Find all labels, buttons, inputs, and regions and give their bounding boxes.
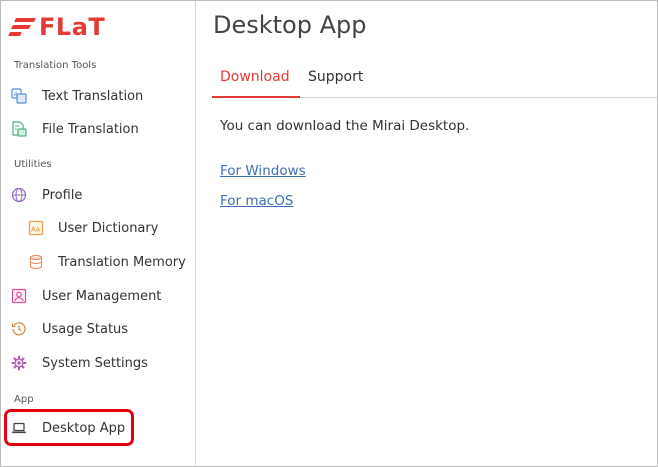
tab-bar: Download Support xyxy=(212,63,657,98)
sidebar: FLaT Translation Tools A Text Translatio… xyxy=(1,1,196,466)
database-icon xyxy=(28,254,44,270)
flat-logo-icon xyxy=(8,16,36,38)
section-label-app: App xyxy=(14,394,34,405)
download-description: You can download the Mirai Desktop. xyxy=(220,118,470,134)
tab-download[interactable]: Download xyxy=(212,63,300,98)
section-label-translation-tools: Translation Tools xyxy=(14,60,97,71)
globe-icon xyxy=(11,187,27,203)
sidebar-item-label: User Dictionary xyxy=(58,220,159,236)
download-macos-link[interactable]: For macOS xyxy=(220,193,293,209)
sidebar-item-label: System Settings xyxy=(42,355,148,371)
history-clock-icon xyxy=(11,321,27,337)
sidebar-item-text-translation[interactable]: A Text Translation xyxy=(11,83,143,109)
svg-text:Aa: Aa xyxy=(31,226,40,234)
main-content: Desktop App Download Support You can dow… xyxy=(197,1,657,466)
sidebar-item-translation-memory[interactable]: Translation Memory xyxy=(28,249,186,275)
sidebar-item-file-translation[interactable]: File Translation xyxy=(11,116,139,142)
section-label-utilities: Utilities xyxy=(14,159,52,170)
dictionary-icon: Aa xyxy=(28,220,44,236)
sidebar-item-label: Translation Memory xyxy=(58,254,186,270)
sidebar-item-label: Usage Status xyxy=(42,321,129,337)
sidebar-item-profile[interactable]: Profile xyxy=(11,182,82,208)
brand-name: FLaT xyxy=(39,13,106,41)
brand-logo[interactable]: FLaT xyxy=(8,13,106,41)
selection-highlight xyxy=(4,409,134,446)
user-card-icon xyxy=(11,288,27,304)
sidebar-item-label: User Management xyxy=(42,288,162,304)
sidebar-item-user-dictionary[interactable]: Aa User Dictionary xyxy=(28,215,158,241)
svg-text:A: A xyxy=(14,91,19,99)
sidebar-item-label: Profile xyxy=(42,187,83,203)
gear-icon xyxy=(11,355,27,371)
tab-support[interactable]: Support xyxy=(308,63,363,98)
sidebar-item-label: Text Translation xyxy=(42,88,144,104)
sidebar-item-system-settings[interactable]: System Settings xyxy=(11,350,148,376)
text-translation-icon: A xyxy=(11,88,27,104)
sidebar-item-user-management[interactable]: User Management xyxy=(11,283,161,309)
download-windows-link[interactable]: For Windows xyxy=(220,163,306,179)
sidebar-item-label: File Translation xyxy=(42,121,139,137)
file-translation-icon xyxy=(11,121,27,137)
sidebar-item-usage-status[interactable]: Usage Status xyxy=(11,316,128,342)
page-title: Desktop App xyxy=(213,11,367,39)
